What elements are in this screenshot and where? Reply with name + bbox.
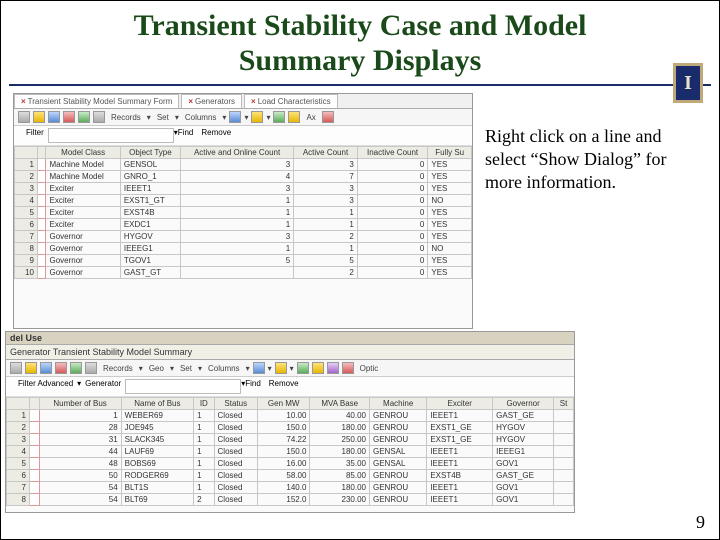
set-menu[interactable]: Set [177,364,195,373]
geo-menu[interactable]: Geo [146,364,167,373]
set-menu[interactable]: Set [154,113,172,122]
records-menu[interactable]: Records [100,364,136,373]
model-summary-screenshot: ×Transient Stability Model Summary Form … [13,93,473,329]
column-header[interactable]: Name of Bus [121,398,193,410]
column-header[interactable]: Active and Online Count [180,147,293,159]
university-logo: I [673,63,703,103]
column-header[interactable]: Fully Su [428,147,472,159]
column-header[interactable]: Object Type [120,147,180,159]
table-row[interactable]: 3ExciterIEEET1330YES [15,183,472,195]
page-number: 9 [696,512,705,533]
tool-icon[interactable] [322,111,334,123]
funnel-icon[interactable] [327,362,339,374]
tool-icon[interactable] [55,362,67,374]
table-row[interactable]: 754BLT1S1Closed140.0180.00GENROUIEEET1GO… [7,482,574,494]
tool-icon[interactable] [40,362,52,374]
tool-icon[interactable] [85,362,97,374]
tool-icon[interactable] [288,111,300,123]
model-summary-table[interactable]: Model ClassObject TypeActive and Online … [14,146,472,279]
tool-icon[interactable] [63,111,75,123]
records-menu[interactable]: Records [108,113,144,122]
tool-icon[interactable] [229,111,241,123]
remove-button[interactable]: Remove [201,128,231,143]
table-row[interactable]: 10GovernorGAST_GT20YES [15,267,472,279]
column-header[interactable]: ID [194,398,214,410]
column-header[interactable]: Inactive Count [357,147,428,159]
tab-generators[interactable]: ×Generators [181,94,242,108]
tool-icon[interactable] [78,111,90,123]
title-line2: Summary Displays [239,44,482,77]
table-row[interactable]: 228JOE9451Closed150.0180.00GENROUEXST1_G… [7,422,574,434]
tool-icon[interactable] [33,111,45,123]
column-header[interactable]: Active Count [294,147,358,159]
annotation-text: Right click on a line and select “Show D… [485,125,701,194]
find-button[interactable]: Find [178,128,194,143]
tool-icon[interactable] [25,362,37,374]
columns-menu[interactable]: Columns [182,113,220,122]
tool-icon[interactable] [93,111,105,123]
generator-summary-subtitle: Generator Transient Stability Model Summ… [6,345,574,360]
tool-icon[interactable] [275,362,287,374]
table-row[interactable]: 2Machine ModelGNRO_1470YES [15,171,472,183]
table-row[interactable]: 650RODGER691Closed58.0085.00GENROUEXST4B… [7,470,574,482]
column-header[interactable]: St [554,398,574,410]
table-row[interactable]: 1Machine ModelGENSOL330YES [15,159,472,171]
tool-icon[interactable] [253,362,265,374]
tab-load-char[interactable]: ×Load Characteristics [244,94,338,108]
del-use-tab[interactable]: del Use [6,332,574,345]
tool-icon[interactable] [70,362,82,374]
table-row[interactable]: 444LAUF691Closed150.0180.00GENSALIEEET1I… [7,446,574,458]
column-header[interactable]: Status [214,398,257,410]
column-header[interactable]: Number of Bus [39,398,121,410]
column-header[interactable]: MVA Base [310,398,370,410]
tool-icon[interactable] [18,111,30,123]
tab-model-summary[interactable]: ×Transient Stability Model Summary Form [14,94,179,108]
tool-icon[interactable] [342,362,354,374]
filter-input[interactable] [48,128,174,143]
column-header[interactable]: Model Class [46,147,120,159]
remove-button[interactable]: Remove [269,379,299,394]
table-row[interactable]: 5ExciterEXST4B110YES [15,207,472,219]
table-row[interactable]: 9GovernorTGOV1550YES [15,255,472,267]
table-row[interactable]: 7GovernorHYGOV320YES [15,231,472,243]
optic-label[interactable]: Optic [357,364,382,373]
table-row[interactable]: 331SLACK3451Closed74.22250.00GENROUEXST1… [7,434,574,446]
table-row[interactable]: 4ExciterEXST1_GT130NO [15,195,472,207]
tool-icon[interactable] [10,362,22,374]
toolbar-shot1: Records▾ Set▾ Columns▾ ▾ ▾ Ax [14,109,472,126]
tool-icon[interactable] [312,362,324,374]
title-line1: Transient Stability Case and Model [134,9,587,42]
filter-label: Filter Advanced [10,379,77,394]
table-row[interactable]: 548BOBS691Closed16.0035.00GENSALIEEET1GO… [7,458,574,470]
columns-menu[interactable]: Columns [205,364,243,373]
column-header[interactable]: Exciter [427,398,493,410]
table-row[interactable]: 6ExciterEXDC1110YES [15,219,472,231]
generator-summary-screenshot: del Use Generator Transient Stability Mo… [5,331,575,513]
filter-input[interactable] [125,379,241,394]
column-header[interactable]: Machine [370,398,427,410]
filter-label: Filter [18,128,48,143]
generator-label: Generator [81,379,125,394]
tool-icon[interactable] [273,111,285,123]
title-underline [9,84,711,86]
generator-summary-table[interactable]: Number of BusName of BusIDStatusGen MWMV… [6,397,574,506]
column-header[interactable]: Governor [493,398,554,410]
table-row[interactable]: 8GovernorIEEEG1110NO [15,243,472,255]
toolbar-shot2: Records▾ Geo▾ Set▾ Columns▾ ▾ ▾ Optic [6,360,574,377]
table-row[interactable]: 854BLT692Closed152.0230.00GENROUIEEET1GO… [7,494,574,506]
table-row[interactable]: 11WEBER691Closed10.0040.00GENROUIEEET1GA… [7,410,574,422]
tool-icon[interactable] [251,111,263,123]
ax-label[interactable]: Ax [303,113,318,122]
tool-icon[interactable] [297,362,309,374]
find-button[interactable]: Find [245,379,261,394]
tool-icon[interactable] [48,111,60,123]
column-header[interactable]: Gen MW [257,398,309,410]
